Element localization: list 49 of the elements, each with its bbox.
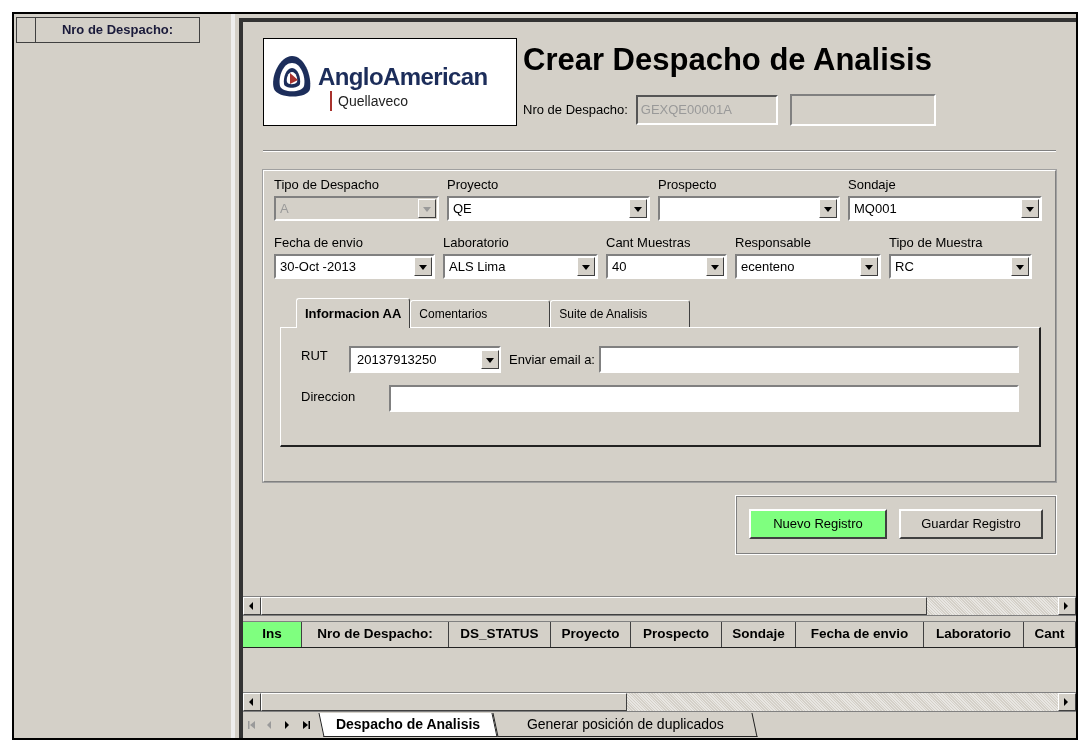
field-label: Nro de Despacho: [523,101,628,120]
field-label: Direccion [301,387,357,406]
field-label: Laboratorio [443,235,510,251]
tab[interactable]: Informacion AA [296,298,411,328]
field-label: Tipo de Muestra [889,235,984,251]
dropdown-field[interactable]: 20137913250 [349,346,501,373]
dropdown-field[interactable]: ecenteno [735,254,881,279]
column-header: Nro de Despacho: [302,622,449,647]
form-title: Crear Despacho de Analisis [523,41,933,79]
column-header: Fecha de envio [796,622,924,647]
brand-name: AngloAmerican [318,61,488,92]
field-label: Sondaje [848,177,897,193]
column-header: Proyecto [551,622,631,647]
tab[interactable]: Comentarios [410,300,551,327]
column-header: Prospecto [631,622,722,647]
email-field[interactable] [599,346,1019,373]
sheet-tab[interactable]: Despacho de Analisis [318,713,498,737]
field-label: Prospecto [658,177,718,193]
column-header: Sondaje [722,622,796,647]
field-label: Responsable [735,235,812,251]
field-label: Enviar email a: [509,350,595,369]
column-header: Nro de Despacho: [36,17,200,43]
field-label: RUT [301,346,329,365]
dropdown-field[interactable]: ALS Lima [443,254,598,279]
dropdown-field[interactable]: RC [889,254,1032,279]
field-label: Cant Muestras [606,235,692,251]
dropdown-field[interactable]: MQ001 [848,196,1042,221]
field-label: Tipo de Despacho [274,177,381,193]
dropdown-field[interactable]: 40 [606,254,727,279]
site-name: Quellaveco [338,91,409,111]
action-button[interactable]: Guardar Registro [899,509,1043,539]
horizontal-scrollbar[interactable] [243,596,1076,616]
field-label: Proyecto [447,177,500,193]
last-sheet-icon[interactable] [301,720,311,730]
field-label: Fecha de envio [274,235,364,251]
column-header: DS_STATUS [449,622,551,647]
sheet-tab[interactable]: Generar posición de duplicados [492,713,758,737]
input-field[interactable] [789,94,936,126]
column-header: Laboratorio [924,622,1024,647]
column-header: Cant [1024,622,1076,647]
dropdown-field[interactable]: 30-Oct -2013 [274,254,435,279]
column-header: Ins [243,622,302,647]
address-field[interactable] [389,385,1019,412]
tab[interactable]: Suite de Analisis [550,300,691,327]
dropdown-field[interactable] [658,196,840,221]
horizontal-scrollbar[interactable] [243,692,1076,712]
row-selector-cell[interactable] [16,17,36,43]
action-button[interactable]: Nuevo Registro [749,509,887,539]
dropdown-field[interactable]: QE [447,196,650,221]
